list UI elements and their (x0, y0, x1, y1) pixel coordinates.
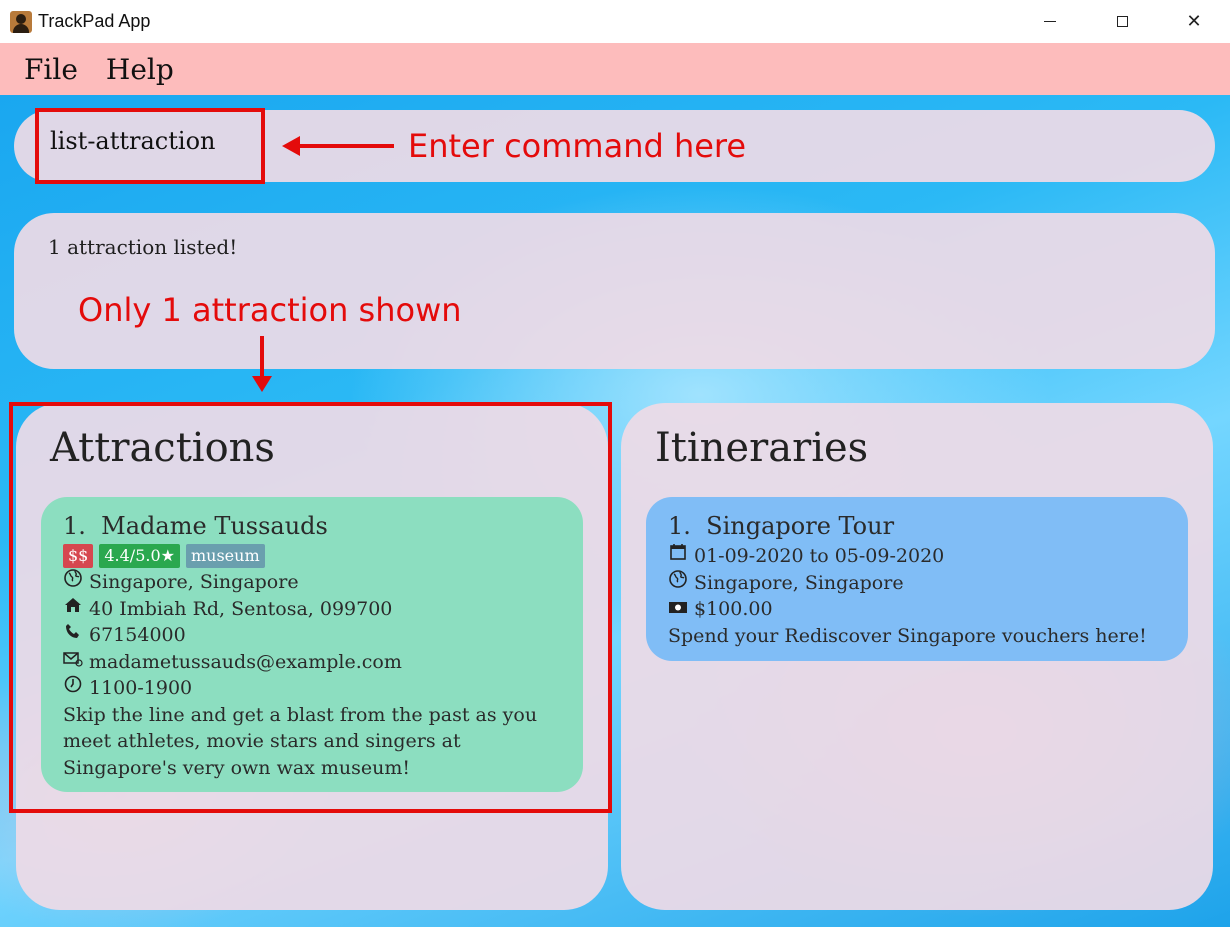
list-hint: Only 1 attraction shown (78, 291, 462, 329)
command-highlight-box (35, 108, 265, 184)
list-hint-arrow (252, 336, 272, 392)
itinerary-name: Singapore Tour (706, 512, 895, 540)
close-icon: ✕ (1186, 11, 1202, 32)
itinerary-dates-row: 01-09-2020 to 05-09-2020 (668, 543, 1166, 570)
menu-bar: File Help (0, 43, 1230, 95)
itinerary-description: Spend your Rediscover Singapore vouchers… (668, 624, 1147, 647)
maximize-button[interactable] (1086, 0, 1158, 43)
command-hint: Enter command here (408, 127, 747, 165)
result-message: 1 attraction listed! (48, 235, 238, 259)
itineraries-panel: Itineraries 1. Singapore Tour 01-09-2020… (621, 403, 1213, 910)
window-title: TrackPad App (38, 11, 151, 31)
title-bar: TrackPad App ✕ (0, 0, 1230, 43)
itinerary-name-row: 1. Singapore Tour (668, 511, 1166, 541)
menu-file[interactable]: File (24, 53, 78, 86)
minimize-icon (1044, 21, 1056, 22)
menu-help[interactable]: Help (106, 53, 174, 86)
person-icon (10, 10, 32, 33)
itinerary-budget: $100.00 (694, 598, 773, 620)
money-icon (668, 596, 688, 623)
itinerary-index: 1. (668, 512, 691, 540)
calendar-icon (668, 543, 688, 570)
window-controls: ✕ (1014, 0, 1230, 43)
main-area: 1 attraction listed! Attractions 1. Mada… (0, 95, 1230, 927)
close-button[interactable]: ✕ (1158, 0, 1230, 43)
attractions-highlight-box (9, 402, 612, 813)
globe-icon (668, 569, 688, 597)
itinerary-card[interactable]: 1. Singapore Tour 01-09-2020 to 05-09-20… (646, 497, 1188, 661)
itineraries-title: Itineraries (655, 425, 869, 471)
command-hint-arrow (282, 136, 394, 156)
itinerary-location: Singapore, Singapore (694, 571, 904, 594)
itinerary-location-row: Singapore, Singapore (668, 569, 1166, 597)
itinerary-budget-row: $100.00 (668, 596, 1166, 623)
itinerary-dates: 01-09-2020 to 05-09-2020 (694, 545, 945, 567)
maximize-icon (1116, 16, 1128, 27)
minimize-button[interactable] (1014, 0, 1086, 43)
